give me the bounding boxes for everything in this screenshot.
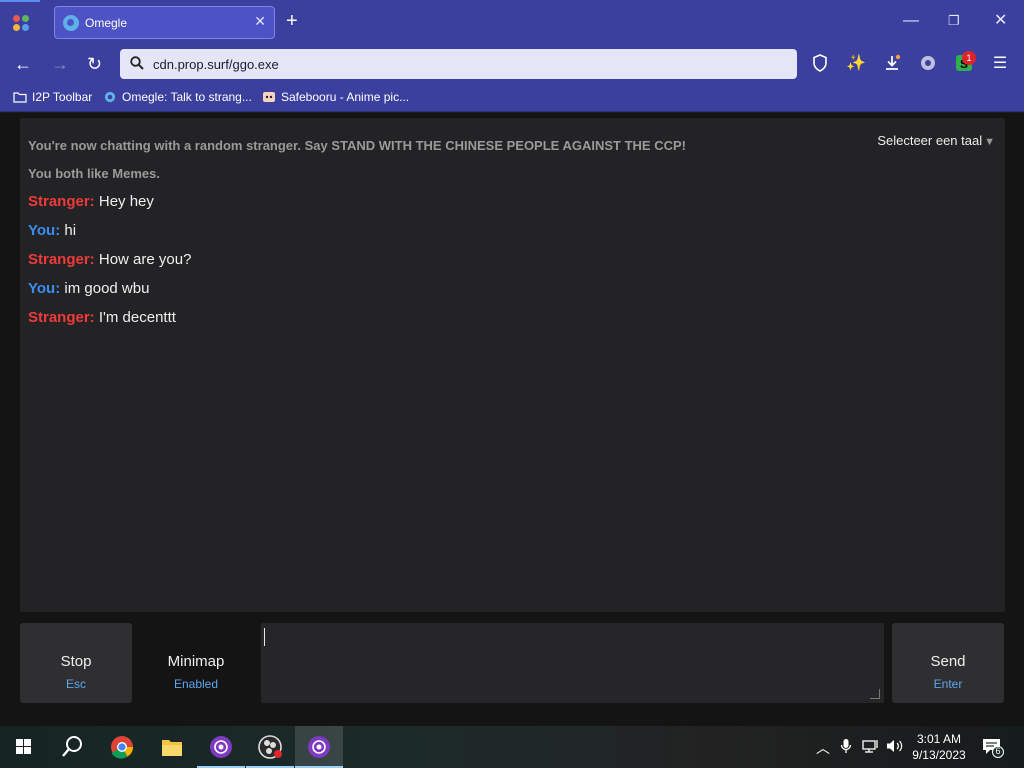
message-input[interactable]: [261, 623, 884, 703]
message-sender: Stranger:: [28, 251, 95, 268]
system-message: You're now chatting with a random strang…: [28, 138, 686, 153]
start-windows-icon[interactable]: [0, 726, 48, 768]
back-arrow-icon[interactable]: ←: [14, 52, 32, 76]
bookmark-label: I2P Toolbar: [32, 90, 93, 104]
restore-window-icon[interactable]: ❐: [948, 9, 960, 33]
file-explorer-icon[interactable]: [148, 726, 196, 768]
chat-message: You: hi: [28, 222, 76, 239]
obs-recorder-icon[interactable]: [246, 726, 294, 768]
browser-navbar: ← → ↻ cdn.prop.surf/ggo.exe ✨ S 1 ☰: [0, 44, 1024, 84]
chevron-up-icon[interactable]: ︿: [816, 738, 830, 758]
bookmark-i2p-toolbar[interactable]: I2P Toolbar: [13, 90, 92, 104]
tor-browser-icon[interactable]: [197, 726, 245, 768]
extension-icon[interactable]: [918, 54, 938, 74]
omegle-favicon-icon: [63, 15, 79, 31]
extension-badge: 1: [962, 51, 976, 65]
send-label: Send: [930, 653, 966, 670]
language-select[interactable]: Selecteer een taal ▼: [877, 133, 995, 148]
system-message: You both like Memes.: [28, 166, 160, 181]
send-hint: Enter: [933, 677, 963, 691]
reload-icon[interactable]: ↻: [87, 52, 102, 76]
menu-hamburger-icon[interactable]: ☰: [990, 54, 1010, 74]
message-sender: You:: [28, 222, 61, 239]
text-caret: [264, 628, 265, 646]
message-text: I'm decenttt: [98, 309, 176, 326]
windows-taskbar: ︿ 3:01 AM 9/13/2023 6: [0, 726, 1024, 768]
message-sender: Stranger:: [28, 193, 95, 210]
message-text: Hey hey: [98, 193, 154, 210]
stop-label: Stop: [60, 653, 92, 670]
volume-icon[interactable]: [886, 738, 904, 757]
message-text: How are you?: [98, 251, 192, 268]
bookmark-label: Omegle: Talk to strang...: [122, 90, 252, 104]
address-bar[interactable]: cdn.prop.surf/ggo.exe: [120, 49, 797, 79]
shield-icon[interactable]: [810, 54, 830, 74]
minimize-window-icon[interactable]: —: [903, 9, 919, 33]
tab-title: Omegle: [85, 16, 128, 30]
search-icon[interactable]: [48, 726, 96, 768]
clock-date: 9/13/2023: [912, 748, 966, 762]
chat-message: Stranger: How are you?: [28, 251, 191, 268]
stop-hint: Esc: [65, 677, 86, 691]
system-clock[interactable]: 3:01 AM 9/13/2023: [906, 731, 972, 763]
search-icon: [130, 56, 144, 70]
message-text: im good wbu: [64, 280, 150, 297]
chat-message: Stranger: I'm decenttt: [28, 309, 176, 326]
bookmark-safebooru[interactable]: Safebooru - Anime pic...: [262, 90, 409, 104]
omegle-favicon-icon: [104, 91, 116, 103]
stop-button[interactable]: Stop Esc: [20, 623, 132, 703]
language-select-label: Selecteer een taal: [877, 133, 983, 148]
notification-center-icon[interactable]: 6: [982, 736, 1004, 758]
address-url: cdn.prop.surf/ggo.exe: [153, 57, 279, 72]
folder-icon: [13, 92, 27, 103]
close-window-icon[interactable]: ✕: [994, 9, 1007, 33]
forward-arrow-icon[interactable]: →: [51, 52, 69, 76]
bookmark-omegle[interactable]: Omegle: Talk to strang...: [103, 90, 252, 104]
omegle-page: You're now chatting with a random strang…: [0, 113, 1024, 726]
tab-omegle[interactable]: Omegle ✕: [54, 6, 275, 39]
message-sender: Stranger:: [28, 309, 95, 326]
new-tab-plus-icon[interactable]: +: [286, 9, 298, 33]
message-sender: You:: [28, 280, 61, 297]
notification-count: 6: [995, 746, 1001, 756]
minimap-toggle[interactable]: Minimap Enabled: [138, 623, 254, 703]
send-button[interactable]: Send Enter: [892, 623, 1004, 703]
close-tab-icon[interactable]: ✕: [254, 13, 266, 30]
message-text: hi: [64, 222, 77, 239]
bookmark-label: Safebooru - Anime pic...: [281, 90, 410, 104]
safebooru-favicon-icon: [263, 92, 275, 102]
microphone-icon[interactable]: [840, 738, 852, 757]
chat-message: Stranger: Hey hey: [28, 193, 154, 210]
browser-titlebar: Omegle ✕ + — ❐ ✕: [0, 0, 1024, 44]
minimap-status: Enabled: [173, 677, 219, 691]
minimap-label: Minimap: [167, 653, 225, 670]
chat-log[interactable]: You're now chatting with a random strang…: [20, 118, 1005, 612]
chevron-down-icon: ▼: [984, 136, 995, 148]
clock-time: 3:01 AM: [916, 732, 962, 746]
chrome-icon[interactable]: [98, 726, 146, 768]
browser-apps-icon[interactable]: [0, 0, 40, 44]
magic-wand-icon[interactable]: ✨: [846, 54, 866, 74]
bookmarks-bar: I2P Toolbar Omegle: Talk to strang... Sa…: [0, 84, 1024, 112]
download-icon[interactable]: [882, 54, 902, 74]
chat-message: You: im good wbu: [28, 280, 149, 297]
resize-grip-icon[interactable]: [870, 689, 880, 699]
tor-browser-active-icon[interactable]: [295, 726, 343, 768]
network-icon[interactable]: [862, 738, 880, 757]
